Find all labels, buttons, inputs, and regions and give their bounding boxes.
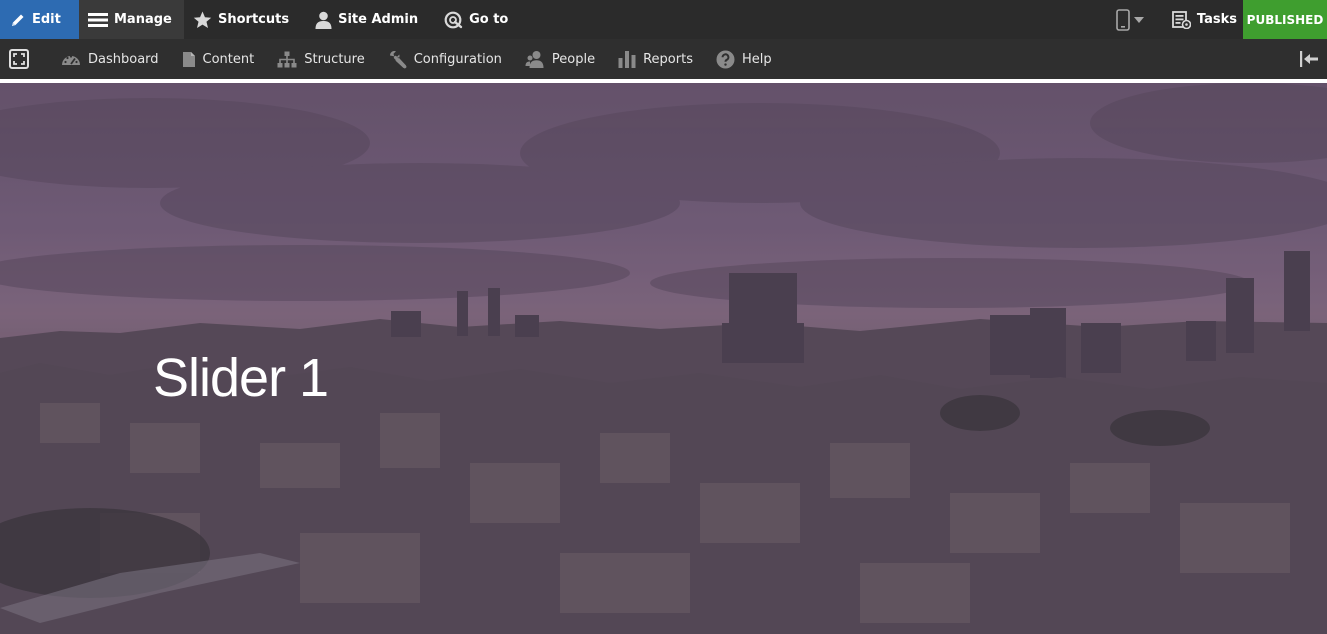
admin-menu-tray: Dashboard Content Structure Configuratio… [0, 39, 1327, 79]
tray-item-label: Dashboard [88, 51, 159, 67]
hamburger-icon [88, 12, 108, 27]
tray-item-dashboard[interactable]: Dashboard [61, 51, 159, 67]
dashboard-icon [62, 55, 80, 65]
shortcuts-button[interactable]: Shortcuts [184, 0, 301, 39]
tray-item-label: Structure [304, 51, 365, 67]
published-status-badge[interactable]: PUBLISHED [1243, 0, 1327, 39]
site-admin-button[interactable]: Site Admin [301, 0, 430, 39]
bar-chart-icon [618, 51, 636, 68]
tray-item-label: Reports [643, 51, 693, 67]
tray-orientation-toggle-button[interactable] [1299, 50, 1319, 72]
device-preview-button[interactable] [1104, 0, 1156, 39]
help-icon [716, 50, 735, 68]
tray-item-people[interactable]: People [525, 50, 595, 68]
manage-label: Manage [114, 12, 172, 27]
wrench-icon [389, 50, 407, 68]
tasks-icon [1172, 10, 1191, 29]
admin-toolbar: Edit Manage Shortcuts Site Admin Go to T… [0, 0, 1327, 39]
manage-button[interactable]: Manage [79, 0, 184, 39]
goto-icon [444, 11, 463, 28]
sitemap-icon [277, 51, 297, 67]
edit-button[interactable]: Edit [0, 0, 79, 39]
mobile-device-icon [1116, 8, 1130, 31]
edit-label: Edit [32, 12, 61, 27]
site-admin-label: Site Admin [338, 12, 419, 27]
people-icon [525, 51, 544, 68]
collapse-left-icon [1300, 51, 1318, 67]
document-icon [182, 51, 195, 67]
tray-item-label: Content [202, 51, 255, 67]
star-icon [193, 10, 212, 28]
goto-button[interactable]: Go to [430, 0, 520, 39]
tray-item-label: Help [741, 51, 772, 67]
tasks-label: Tasks [1196, 12, 1237, 27]
toggle-fullscreen-button[interactable] [0, 39, 38, 79]
tray-item-structure[interactable]: Structure [277, 51, 365, 68]
shortcuts-label: Shortcuts [218, 12, 290, 27]
hero-slider: Slider 1 [0, 83, 1327, 634]
tray-item-configuration[interactable]: Configuration [388, 50, 502, 69]
goto-label: Go to [469, 12, 509, 27]
tray-item-label: Configuration [413, 51, 502, 67]
pencil-icon [12, 14, 24, 26]
published-label: PUBLISHED [1246, 12, 1324, 27]
focus-frame-icon [9, 49, 29, 69]
chevron-down-icon [1133, 16, 1144, 23]
tray-item-label: People [551, 51, 596, 67]
slider-title: Slider 1 [153, 348, 329, 408]
tray-item-reports[interactable]: Reports [618, 50, 693, 68]
tasks-button[interactable]: Tasks [1156, 0, 1243, 39]
tray-item-content[interactable]: Content [182, 51, 255, 68]
tray-item-help[interactable]: Help [716, 50, 772, 69]
user-icon [315, 11, 332, 29]
